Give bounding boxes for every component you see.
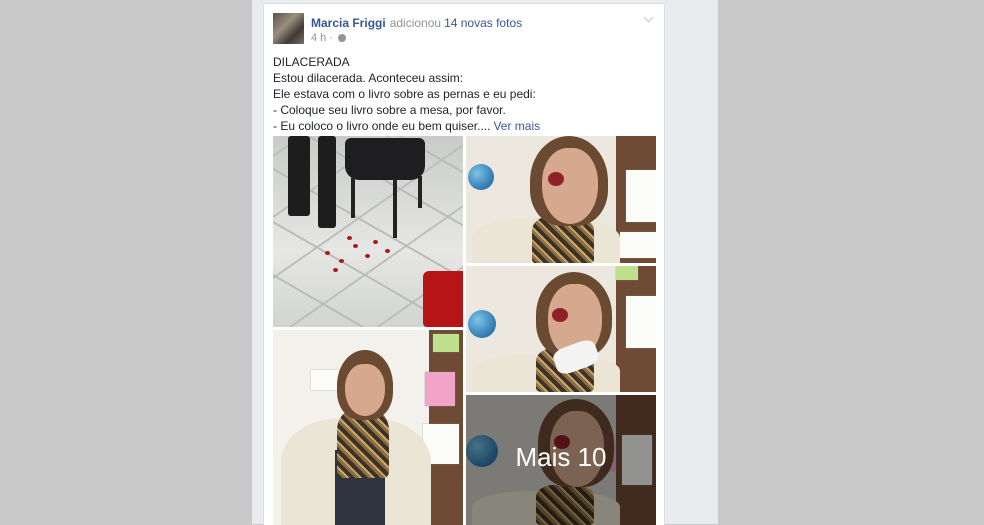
chevron-down-icon[interactable] <box>641 12 655 26</box>
bruise <box>552 308 568 322</box>
blood-drop <box>325 251 330 255</box>
blood-drop <box>365 254 370 258</box>
post-header: Marcia Friggi adicionou 14 novas fotos <box>311 16 522 30</box>
chair <box>345 138 425 180</box>
blood-drop <box>333 268 338 272</box>
post-text-line: DILACERADA <box>273 55 350 69</box>
boot-left <box>288 136 310 216</box>
boot-right <box>318 136 336 228</box>
photo-closeup-2[interactable] <box>466 266 656 392</box>
blood-drop <box>373 240 378 244</box>
post-text-line: - Coloque seu livro sobre a mesa, por fa… <box>273 103 506 117</box>
post-text-line: - Eu coloco o livro onde eu bem quiser..… <box>273 118 658 134</box>
globe-icon[interactable] <box>337 34 346 42</box>
green-note <box>433 334 459 352</box>
separator-dot: · <box>329 32 333 44</box>
paper-note <box>626 296 656 348</box>
paper-note <box>626 170 656 222</box>
chair-leg <box>351 178 355 218</box>
chair-leg <box>393 178 397 238</box>
photo-woman-standing[interactable] <box>273 330 463 525</box>
photo-floor[interactable] <box>273 136 463 327</box>
post-text-line-content: - Eu coloco o livro onde eu bem quiser..… <box>273 119 491 133</box>
desk-globe <box>468 310 496 338</box>
more-photos-label[interactable]: Mais 10 <box>466 442 656 473</box>
timestamp[interactable]: 4 h <box>311 32 326 44</box>
see-more-link[interactable]: Ver mais <box>493 119 540 133</box>
post-action-text: adicionou <box>389 16 442 30</box>
post-text-line: Estou dilacerada. Aconteceu assim: <box>273 71 464 85</box>
post-text-line: Ele estava com o livro sobre as pernas e… <box>273 87 536 101</box>
face <box>345 364 385 416</box>
red-bag <box>423 271 463 327</box>
feed-post: Marcia Friggi adicionou 14 novas fotos 4 h… <box>263 3 665 525</box>
pink-note <box>425 372 455 406</box>
wall-frame <box>311 370 339 390</box>
blood-drop <box>339 259 344 263</box>
paper-note <box>620 232 656 258</box>
face <box>542 148 598 224</box>
post-text: DILACERADA Estou dilacerada. Aconteceu a… <box>273 54 658 134</box>
photo-more[interactable]: Mais 10 <box>466 395 656 525</box>
desk-globe <box>468 164 494 190</box>
author-name[interactable]: Marcia Friggi <box>311 16 386 30</box>
blood-drop <box>347 236 352 240</box>
photo-closeup-1[interactable] <box>466 136 656 263</box>
green-note <box>616 266 638 280</box>
photos-link[interactable]: 14 novas fotos <box>444 16 522 30</box>
chair-leg <box>418 176 422 208</box>
blood-drop <box>353 244 358 248</box>
post-meta: 4 h · <box>311 32 346 44</box>
bruise <box>548 172 564 186</box>
scarf <box>337 410 389 478</box>
blood-drop <box>385 249 390 253</box>
avatar[interactable] <box>273 13 304 44</box>
